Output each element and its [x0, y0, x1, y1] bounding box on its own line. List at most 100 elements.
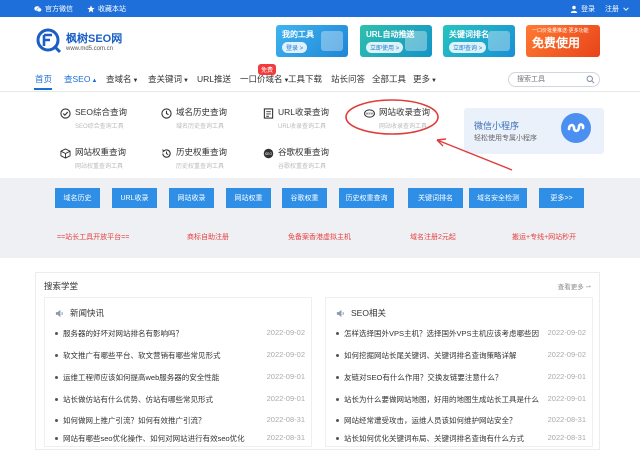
banner-free-use[interactable]: 一口价批量推送·更多功能 免费使用: [526, 25, 600, 57]
news-row[interactable]: 服务器的好坏对网站排名有影响吗？ 2022-09-02: [55, 327, 305, 341]
news-row[interactable]: 怎样选择国外VPS主机？选择国外VPS主机应该考虑哪些因素？ 2022-09-02: [336, 327, 586, 341]
news-row[interactable]: 如何挖掘网站长尾关键词、关键词排名查询策略详解 2022-09-02: [336, 349, 586, 363]
bullet-dot: [55, 419, 58, 422]
banner-url-push[interactable]: URL自动推送 立即使用 >: [360, 25, 432, 57]
mini-program-sub: 轻松使用专属小程序: [474, 135, 537, 142]
bullet-dot: [336, 376, 339, 379]
banner-keyword-rank-button[interactable]: 立即查询 >: [449, 42, 487, 53]
news-row-title: 如何挖掘网站长尾关键词、关键词排名查询策略详解: [344, 351, 517, 360]
news-row[interactable]: 站长如何优化关键词布局、关键词排名查询有什么方式 2022-08-31: [336, 432, 586, 446]
quick-button-google-weight[interactable]: 谷歌权重: [282, 188, 327, 208]
login-link[interactable]: 登录: [570, 4, 595, 14]
tool-domain-history[interactable]: 域名历史查询 域名历史查询工具: [161, 106, 227, 130]
red-link-dedicated-line[interactable]: 搬运+专线+网站秒开: [512, 232, 576, 242]
news-row-date: 2022-08-31: [266, 415, 305, 424]
news-row[interactable]: 网站经常遭受攻击，运维人员该如何维护网站安全？ 2022-08-31: [336, 414, 586, 428]
quick-button-keyword-rank[interactable]: 关键词排名: [408, 188, 463, 208]
red-link-trademark[interactable]: 商标自助注册: [187, 232, 229, 242]
bookmark-label: 收藏本站: [98, 6, 126, 13]
tool-sub: 谷歌权重查询工具: [278, 164, 327, 170]
news-column-seo: SEO相关 怎样选择国外VPS主机？选择国外VPS主机应该考虑哪些因素？ 2022…: [325, 297, 593, 447]
login-label: 登录: [581, 6, 595, 13]
column-heading: 新闻快讯: [55, 307, 104, 319]
news-row-title: 友链对SEO有什么作用？交换友链要注意什么？: [344, 373, 503, 382]
news-row-title: 怎样选择国外VPS主机？选择国外VPS主机应该考虑哪些因素？: [344, 329, 539, 338]
banner-my-tools-title: 我的工具: [282, 30, 314, 39]
news-column-flash: 新闻快讯 服务器的好坏对网站排名有影响吗？ 2022-09-02 软文推广有哪些平…: [44, 297, 312, 447]
tool-title: 网站权重查询: [75, 147, 127, 157]
news-row[interactable]: 站长为什么要做网站地图，好用的地图生成站长工具是什么？ 2022-09-01: [336, 393, 586, 407]
news-row-date: 2022-09-01: [266, 394, 305, 403]
tool-google-weight[interactable]: SEO 谷歌权重查询 谷歌权重查询工具: [263, 146, 329, 170]
news-row-title: 服务器的好坏对网站排名有影响吗？: [63, 329, 183, 338]
red-link-open-platform[interactable]: ==站长工具开放平台==: [57, 232, 129, 242]
official-wechat-label: 官方微信: [45, 6, 73, 13]
quick-button-url-index[interactable]: URL收录: [112, 188, 157, 208]
register-link[interactable]: 注册: [605, 4, 630, 14]
header: 枫树SEO网 www.md5.com.cn 我的工具 登录 > URL自动推送 …: [0, 17, 640, 65]
quick-button-domain-security[interactable]: 域名安全检测: [469, 188, 527, 208]
news-row[interactable]: 软文推广有哪些平台、软文营销有哪些常见形式 2022-09-02: [55, 349, 305, 363]
tool-title: 历史权重查询: [176, 147, 228, 157]
tool-site-index[interactable]: www 网站收录查询 网站收录查询工具: [364, 106, 430, 130]
news-row-title: 网站有哪些seo优化操作、如何对网站进行有效seo优化: [63, 434, 245, 443]
banner-my-tools-button[interactable]: 登录 >: [282, 42, 308, 53]
nav-fixed-price-label: 一口价域名: [240, 74, 283, 84]
quick-button-domain-history[interactable]: 域名历史: [55, 188, 100, 208]
nav-tool-download[interactable]: 工具下载: [288, 73, 322, 85]
bar-chart-icon: [488, 31, 510, 51]
nav-webmaster-qa[interactable]: 站长问答: [331, 73, 365, 85]
official-wechat-link[interactable]: 官方微信: [34, 4, 73, 14]
nav-url-push[interactable]: URL推送: [197, 73, 231, 85]
mini-program-logo-icon: [561, 113, 591, 143]
tool-title: 域名历史查询: [176, 107, 228, 117]
register-label: 注册: [605, 6, 619, 13]
banner-url-push-button[interactable]: 立即使用 >: [366, 42, 404, 53]
red-link-domain-register[interactable]: 域名注册2元起: [410, 232, 456, 242]
search-icon[interactable]: [586, 75, 595, 84]
nav-seo[interactable]: 查SEO▲: [64, 73, 97, 85]
banner-keyword-rank-title: 关键词排名: [449, 30, 489, 39]
news-row-date: 2022-08-31: [547, 433, 586, 442]
banner-free-use-title: 免费使用: [532, 36, 581, 50]
tool-seo-comprehensive[interactable]: SEO综合查询 SEO综合查询工具: [60, 106, 127, 130]
star-icon: [87, 5, 95, 13]
quick-button-site-index[interactable]: 网站收录: [169, 188, 214, 208]
tool-site-weight[interactable]: 网站权重查询网站权重查询工具: [60, 146, 126, 170]
tool-history-weight[interactable]: 历史权重查询 历史权重查询工具: [161, 146, 227, 170]
news-row[interactable]: 友链对SEO有什么作用？交换友链要注意什么？ 2022-09-01: [336, 371, 586, 385]
bookmark-link[interactable]: 收藏本站: [87, 4, 126, 14]
bullet-dot: [336, 437, 339, 440]
tool-sub: URL收录查询工具: [278, 124, 327, 130]
bullet-dot: [55, 332, 58, 335]
site-logo[interactable]: 枫树SEO网 www.md5.com.cn: [36, 25, 136, 57]
banner-keyword-rank[interactable]: 关键词排名 立即查询 >: [443, 25, 515, 57]
news-row[interactable]: 运维工程师应该如何提高web服务器的安全性能 2022-09-01: [55, 371, 305, 385]
news-row[interactable]: 网站有哪些seo优化操作、如何对网站进行有效seo优化 2022-08-31: [55, 432, 305, 446]
nav-keyword[interactable]: 查关键词▼: [148, 73, 189, 85]
tool-url-index[interactable]: URL收录查询 URL收录查询工具: [263, 106, 329, 130]
nav-more[interactable]: 更多▼: [413, 73, 437, 85]
nav-home[interactable]: 首页: [35, 73, 52, 85]
tool-sub: 网站权重查询工具: [75, 164, 124, 170]
nav-seo-label: 查SEO: [64, 74, 91, 84]
column-heading-label: 新闻快讯: [70, 308, 105, 318]
news-row-date: 2022-09-01: [547, 394, 586, 403]
logo-url: www.md5.com.cn: [66, 46, 114, 52]
column-heading-label: SEO相关: [351, 308, 386, 318]
news-row[interactable]: 站长做仿站有什么优势、仿站有哪些常见形式 2022-09-01: [55, 393, 305, 407]
news-row[interactable]: 如何做网上推广引流？如何有效推广引流？ 2022-08-31: [55, 414, 305, 428]
quick-button-site-weight[interactable]: 网站权重: [226, 188, 271, 208]
search-school-section: 搜索学堂 查看更多 ⇀ 新闻快讯 服务器的好坏对网站排名有影响吗？ 2022-09…: [35, 272, 600, 450]
page-icon: [263, 108, 274, 119]
red-link-hk-hosting[interactable]: 免备案香港虚拟主机: [288, 232, 351, 242]
bullet-dot: [336, 398, 339, 401]
bullet-dot: [336, 354, 339, 357]
quick-button-history-weight[interactable]: 历史权重查询: [339, 188, 394, 208]
user-icon: [570, 5, 578, 13]
nav-all-tools[interactable]: 全部工具: [372, 73, 406, 85]
nav-domain[interactable]: 查域名▼: [106, 73, 138, 85]
banner-my-tools[interactable]: 我的工具 登录 >: [276, 25, 348, 57]
quick-button-more[interactable]: 更多>>: [539, 188, 584, 208]
view-more-link[interactable]: 查看更多 ⇀: [558, 281, 591, 291]
